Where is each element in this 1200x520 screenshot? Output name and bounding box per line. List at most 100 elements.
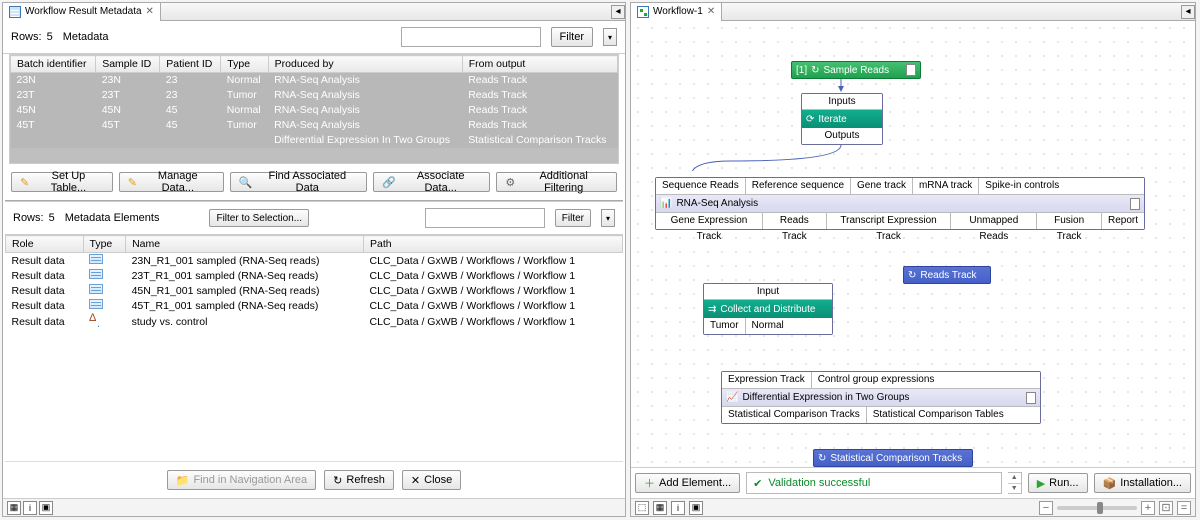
view-table-icon[interactable]: ▦ xyxy=(7,501,21,515)
port[interactable]: Unmapped Reads xyxy=(951,213,1037,229)
port[interactable]: Gene Expression Track xyxy=(656,213,763,229)
metadata-pane: Workflow Result Metadata ✕ ◂ Rows: 5 Met… xyxy=(2,2,626,517)
column-header[interactable]: Patient ID xyxy=(160,56,221,73)
filter-menu-icon[interactable]: ▾ xyxy=(603,28,617,46)
manage-data-button[interactable]: ✎Manage Data... xyxy=(119,172,224,192)
tab-workflow[interactable]: Workflow-1 ✕ xyxy=(631,3,722,21)
view-info-icon[interactable]: i xyxy=(23,501,37,515)
elements-filter-button[interactable]: Filter xyxy=(555,209,591,227)
panel-toggle-icon[interactable]: ◂ xyxy=(1181,5,1195,19)
zoom-in-icon[interactable]: + xyxy=(1141,501,1155,515)
port[interactable]: mRNA track xyxy=(913,178,979,194)
view-image-icon[interactable]: ▣ xyxy=(39,501,53,515)
column-header[interactable]: Name xyxy=(126,236,364,253)
elements-table[interactable]: RoleTypeNamePath Result data23N_R1_001 s… xyxy=(5,235,623,330)
tab-metadata[interactable]: Workflow Result Metadata ✕ xyxy=(3,3,161,21)
zoom-slider[interactable] xyxy=(1057,506,1137,510)
port[interactable]: Gene track xyxy=(851,178,913,194)
column-header[interactable]: Batch identifier xyxy=(11,56,96,73)
elements-filter-input[interactable] xyxy=(425,208,545,228)
node-rnaseq[interactable]: Sequence ReadsReference sequenceGene tra… xyxy=(655,177,1145,230)
cycle-icon: ↻ xyxy=(908,268,916,283)
port[interactable]: Spike-in controls xyxy=(979,178,1065,194)
table-row[interactable]: 45N45N45NormalRNA-Seq AnalysisReads Trac… xyxy=(11,103,618,118)
table-row[interactable]: 23T23T23TumorRNA-Seq AnalysisReads Track xyxy=(11,88,618,103)
node-collect[interactable]: Input ⇉Collect and Distribute TumorNorma… xyxy=(703,283,833,335)
node-iterate[interactable]: Inputs ⟳Iterate Outputs xyxy=(801,93,883,145)
workflow-pane: Workflow-1 ✕ ◂ [1]↻Sample Reads Inputs ⟳… xyxy=(630,2,1196,517)
validation-status: ✔Validation successful xyxy=(746,472,1002,494)
port[interactable]: Normal xyxy=(746,318,790,334)
reads-icon xyxy=(89,269,103,279)
close-icon[interactable]: ✕ xyxy=(707,6,715,17)
port[interactable]: Control group expressions xyxy=(812,372,941,388)
column-header[interactable]: From output xyxy=(462,56,617,73)
port[interactable]: Fusion Track xyxy=(1037,213,1102,229)
refresh-button[interactable]: ↻Refresh xyxy=(324,470,394,490)
find-associated-button[interactable]: 🔍Find Associated Data xyxy=(230,172,368,192)
port[interactable]: Expression Track xyxy=(722,372,812,388)
right-tabbar: Workflow-1 ✕ ◂ xyxy=(631,3,1195,21)
zoom-fit-icon[interactable]: ⊡ xyxy=(1159,501,1173,515)
panel-toggle-icon[interactable]: ◂ xyxy=(611,5,625,19)
table-row[interactable]: Result data45N_R1_001 sampled (RNA-Seq r… xyxy=(6,283,623,298)
port[interactable]: Statistical Comparison Tables xyxy=(867,407,1010,423)
column-header[interactable]: Sample ID xyxy=(96,56,160,73)
run-button[interactable]: ▶Run... xyxy=(1028,473,1088,493)
add-element-button[interactable]: ＋Add Element... xyxy=(635,473,740,493)
table-row[interactable]: Differential Expression In Two GroupsSta… xyxy=(11,133,618,148)
folder-icon: 📁 xyxy=(176,474,190,487)
node-sample-reads[interactable]: [1]↻Sample Reads xyxy=(791,61,921,79)
associate-data-button[interactable]: 🔗Associate Data... xyxy=(373,172,490,192)
port[interactable]: Reference sequence xyxy=(746,178,851,194)
column-header[interactable]: Type xyxy=(83,236,126,253)
table-row[interactable]: Result datastudy vs. controlCLC_Data / G… xyxy=(6,313,623,330)
port[interactable]: Sequence Reads xyxy=(656,178,746,194)
table-icon xyxy=(9,6,21,18)
table-row[interactable]: Result data23N_R1_001 sampled (RNA-Seq r… xyxy=(6,253,623,269)
setup-table-button[interactable]: ✎Set Up Table... xyxy=(11,172,113,192)
additional-filtering-button[interactable]: ⚙Additional Filtering xyxy=(496,172,617,192)
view-grid-icon[interactable]: ▦ xyxy=(653,501,667,515)
box-icon: 📦 xyxy=(1103,477,1117,490)
node-stat-tracks[interactable]: ↻Statistical Comparison Tracks xyxy=(813,449,973,467)
left-view-switcher: ▦ i ▣ xyxy=(3,498,625,516)
port[interactable]: Report xyxy=(1102,213,1144,229)
column-header[interactable]: Role xyxy=(6,236,84,253)
node-reads-track[interactable]: ↻Reads Track xyxy=(903,266,991,284)
sheet-icon xyxy=(1026,392,1036,404)
zoom-out-icon[interactable]: − xyxy=(1039,501,1053,515)
installation-button[interactable]: 📦Installation... xyxy=(1094,473,1191,493)
workflow-canvas[interactable]: [1]↻Sample Reads Inputs ⟳Iterate Outputs… xyxy=(631,21,1195,467)
status-stepper[interactable]: ▲▼ xyxy=(1008,472,1022,494)
sheet-icon xyxy=(906,64,916,76)
close-button[interactable]: ✕Close xyxy=(402,470,461,490)
reads-icon xyxy=(89,284,103,294)
filter-to-selection-button[interactable]: Filter to Selection... xyxy=(209,209,309,227)
close-icon[interactable]: ✕ xyxy=(146,6,154,17)
check-icon: ✔ xyxy=(753,477,762,490)
metadata-table[interactable]: Batch identifierSample IDPatient IDTypeP… xyxy=(10,55,618,148)
filter-menu-icon[interactable]: ▾ xyxy=(601,209,615,227)
metadata-table-wrap: Batch identifierSample IDPatient IDTypeP… xyxy=(9,54,619,164)
filter-input[interactable] xyxy=(401,27,541,47)
table-row[interactable]: 23N23N23NormalRNA-Seq AnalysisReads Trac… xyxy=(11,73,618,88)
column-header[interactable]: Path xyxy=(364,236,623,253)
table-row[interactable]: 45T45T45TumorRNA-Seq AnalysisReads Track xyxy=(11,118,618,133)
port[interactable]: Reads Track xyxy=(763,213,827,229)
view-wf-icon[interactable]: ⬚ xyxy=(635,501,649,515)
port[interactable]: Statistical Comparison Tracks xyxy=(722,407,867,423)
zoom-reset-icon[interactable]: = xyxy=(1177,501,1191,515)
table-row[interactable]: Result data45T_R1_001 sampled (RNA-Seq r… xyxy=(6,298,623,313)
view-info-icon[interactable]: i xyxy=(671,501,685,515)
column-header[interactable]: Produced by xyxy=(268,56,462,73)
port[interactable]: Transcript Expression Track xyxy=(827,213,952,229)
node-diffexpr[interactable]: Expression TrackControl group expression… xyxy=(721,371,1041,424)
filter-button[interactable]: Filter xyxy=(551,27,593,47)
view-image-icon[interactable]: ▣ xyxy=(689,501,703,515)
column-header[interactable]: Type xyxy=(221,56,268,73)
table-row[interactable]: Result data23T_R1_001 sampled (RNA-Seq r… xyxy=(6,268,623,283)
left-tabbar: Workflow Result Metadata ✕ ◂ xyxy=(3,3,625,21)
reads-icon xyxy=(89,254,103,264)
port[interactable]: Tumor xyxy=(704,318,746,334)
